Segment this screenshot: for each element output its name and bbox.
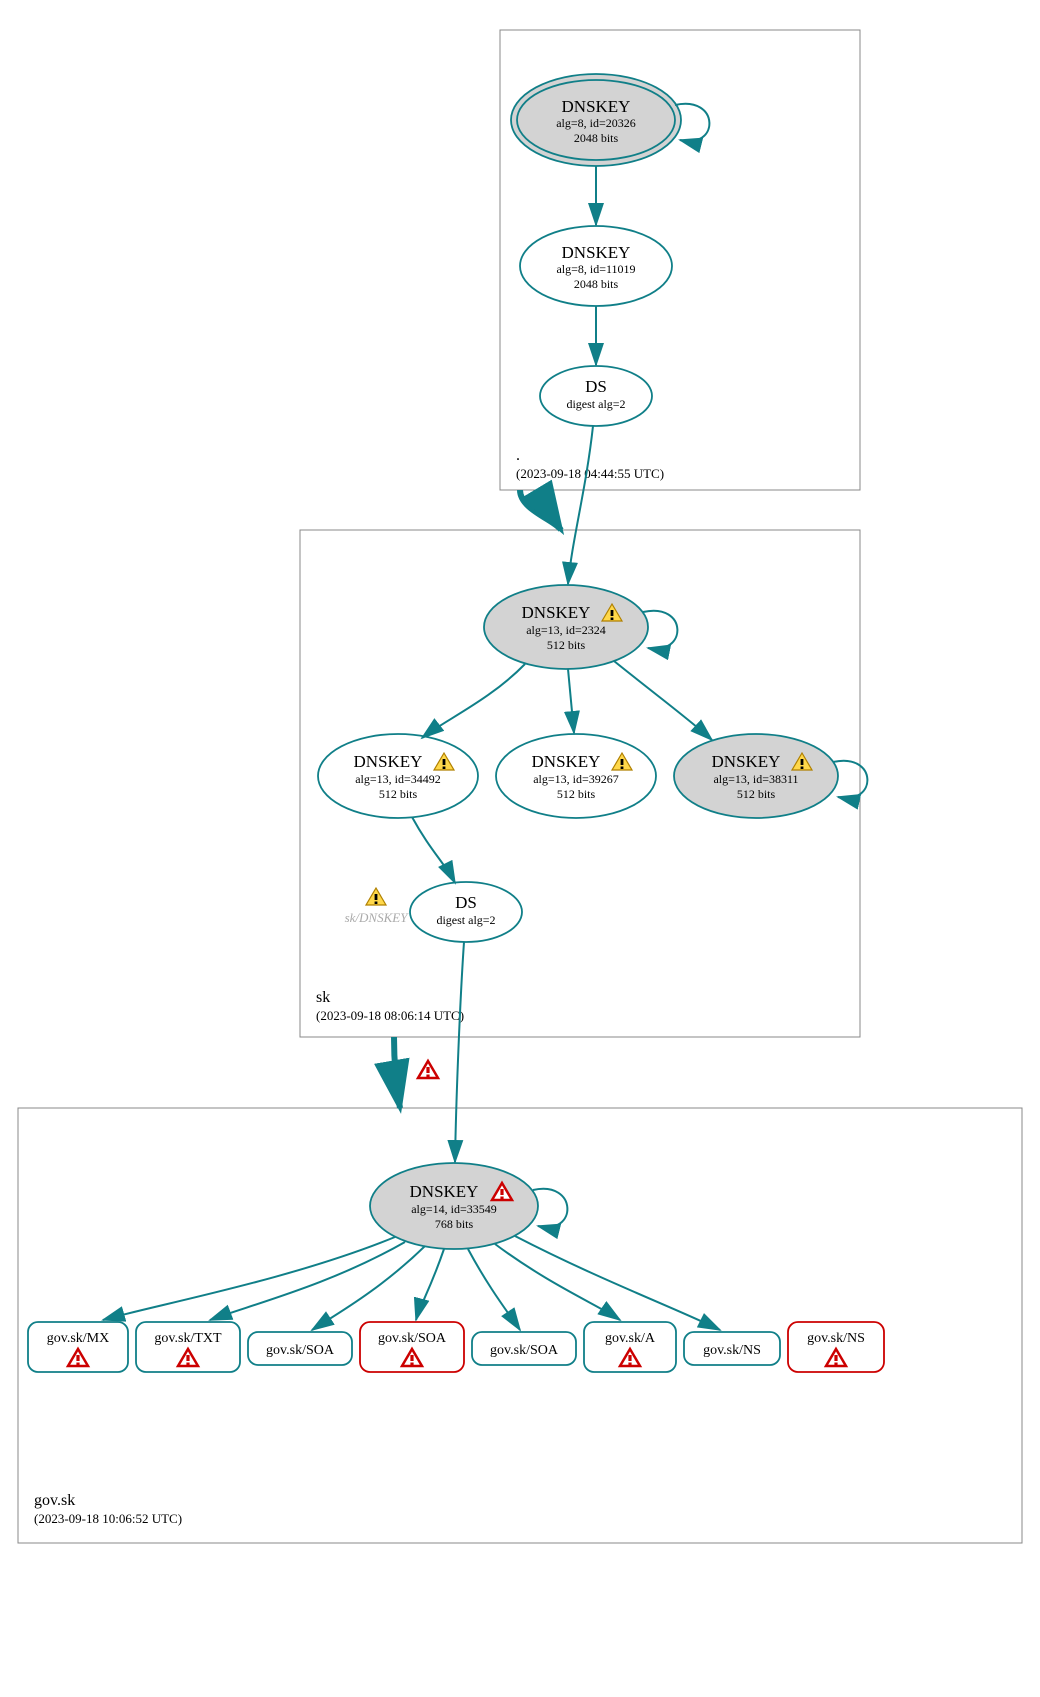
svg-text:alg=13, id=34492: alg=13, id=34492 [355, 772, 441, 786]
svg-text:512 bits: 512 bits [379, 787, 418, 801]
zone-sk-time: (2023-09-18 08:06:14 UTC) [316, 1008, 464, 1023]
svg-text:2048 bits: 2048 bits [574, 131, 619, 145]
edge-skksk-z3 [614, 661, 712, 740]
node-rr-txt[interactable]: gov.sk/TXT [136, 1322, 240, 1372]
node-sk-ds[interactable]: DS digest alg=2 [410, 882, 522, 942]
svg-text:alg=14, id=33549: alg=14, id=33549 [411, 1202, 497, 1216]
svg-text:gov.sk/SOA: gov.sk/SOA [266, 1343, 335, 1358]
dnssec-diagram: . (2023-09-18 04:44:55 UTC) DNSKEY alg=8… [0, 0, 1040, 1697]
svg-text:gov.sk/MX: gov.sk/MX [47, 1331, 110, 1346]
svg-text:DS: DS [585, 377, 607, 396]
zone-root-time: (2023-09-18 04:44:55 UTC) [516, 466, 664, 481]
svg-text:alg=13, id=39267: alg=13, id=39267 [533, 772, 619, 786]
zone-gov-time: (2023-09-18 10:06:52 UTC) [34, 1511, 182, 1526]
svg-text:gov.sk/NS: gov.sk/NS [807, 1331, 865, 1346]
edge-gov-txt [210, 1242, 405, 1320]
edge-rootds-skksk [568, 426, 593, 584]
svg-text:gov.sk/A: gov.sk/A [605, 1331, 656, 1346]
edge-root-to-sk-thick [520, 490, 561, 530]
edge-gov-soa3 [468, 1249, 520, 1330]
node-rr-soa2[interactable]: gov.sk/SOA [360, 1322, 464, 1372]
node-rr-ns2[interactable]: gov.sk/NS [788, 1322, 884, 1372]
node-sk-z2[interactable]: DNSKEY alg=13, id=39267 512 bits [496, 734, 656, 818]
edge-skds-govksk [455, 942, 464, 1162]
svg-text:768 bits: 768 bits [435, 1217, 474, 1231]
zone-root-label: . [516, 447, 520, 464]
edge-gov-ns1 [515, 1236, 720, 1330]
svg-text:512 bits: 512 bits [557, 787, 596, 801]
svg-text:DNSKEY: DNSKEY [522, 603, 591, 622]
svg-text:alg=13, id=2324: alg=13, id=2324 [526, 623, 606, 637]
svg-text:gov.sk/SOA: gov.sk/SOA [490, 1343, 559, 1358]
edge-gov-a [495, 1244, 620, 1320]
edge-sk-to-gov-thick [394, 1037, 400, 1108]
svg-text:DS: DS [455, 893, 477, 912]
node-rr-soa3[interactable]: gov.sk/SOA [472, 1332, 576, 1365]
svg-text:DNSKEY: DNSKEY [562, 243, 631, 262]
svg-text:gov.sk/NS: gov.sk/NS [703, 1343, 761, 1358]
svg-text:DNSKEY: DNSKEY [562, 97, 631, 116]
node-sk-z3[interactable]: DNSKEY alg=13, id=38311 512 bits [674, 734, 838, 818]
svg-text:gov.sk/TXT: gov.sk/TXT [154, 1331, 222, 1346]
edge-skksk-z1 [422, 664, 525, 738]
node-sk-z1[interactable]: DNSKEY alg=13, id=34492 512 bits [318, 734, 478, 818]
node-rr-soa1[interactable]: gov.sk/SOA [248, 1332, 352, 1365]
edge-gov-soa2 [416, 1249, 444, 1320]
node-root-ksk[interactable]: DNSKEY alg=8, id=20326 2048 bits [511, 74, 681, 166]
svg-text:DNSKEY: DNSKEY [354, 752, 423, 771]
error-icon [418, 1061, 438, 1078]
node-rr-ns1[interactable]: gov.sk/NS [684, 1332, 780, 1365]
node-sk-ksk[interactable]: DNSKEY alg=13, id=2324 512 bits [484, 585, 648, 669]
svg-text:DNSKEY: DNSKEY [410, 1182, 479, 1201]
node-gov-ksk[interactable]: DNSKEY alg=14, id=33549 768 bits [370, 1163, 538, 1249]
node-root-ds[interactable]: DS digest alg=2 [540, 366, 652, 426]
svg-text:512 bits: 512 bits [547, 638, 586, 652]
svg-text:512 bits: 512 bits [737, 787, 776, 801]
node-rr-a[interactable]: gov.sk/A [584, 1322, 676, 1372]
svg-text:digest alg=2: digest alg=2 [436, 913, 495, 927]
svg-text:alg=8, id=20326: alg=8, id=20326 [556, 116, 636, 130]
edge-z1-skds [412, 817, 455, 883]
svg-text:DNSKEY: DNSKEY [712, 752, 781, 771]
svg-text:digest alg=2: digest alg=2 [566, 397, 625, 411]
svg-text:alg=13, id=38311: alg=13, id=38311 [713, 772, 798, 786]
svg-text:DNSKEY: DNSKEY [532, 752, 601, 771]
warning-icon [366, 888, 386, 905]
edge-skksk-z2 [568, 669, 574, 733]
svg-text:alg=8, id=11019: alg=8, id=11019 [556, 262, 635, 276]
zone-sk-label: sk [316, 989, 330, 1006]
svg-text:2048 bits: 2048 bits [574, 277, 619, 291]
node-root-zsk[interactable]: DNSKEY alg=8, id=11019 2048 bits [520, 226, 672, 306]
zone-gov-label: gov.sk [34, 1492, 75, 1509]
svg-text:gov.sk/SOA: gov.sk/SOA [378, 1331, 447, 1346]
edge-gov-soa1 [312, 1246, 425, 1330]
node-rr-mx[interactable]: gov.sk/MX [28, 1322, 128, 1372]
sk-dnskey-placeholder: sk/DNSKEY [345, 910, 410, 925]
